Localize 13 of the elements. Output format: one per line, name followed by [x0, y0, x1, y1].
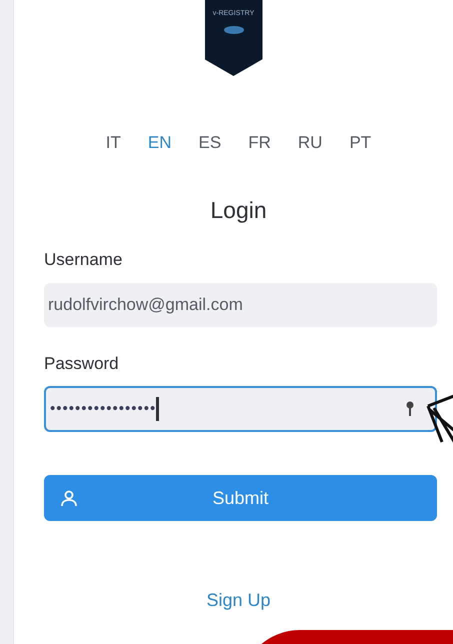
- password-label: Password: [44, 352, 120, 374]
- language-tab[interactable]: RU: [298, 130, 322, 156]
- password-field[interactable]: •••••••••••••••••: [44, 386, 437, 432]
- login-title: Login: [210, 196, 267, 225]
- masked-password: •••••••••••••••••: [50, 398, 156, 419]
- username-field[interactable]: rudolfvirchow@gmail.com: [44, 282, 437, 326]
- language-tab[interactable]: PT: [349, 130, 372, 156]
- language-tab[interactable]: IT: [106, 130, 121, 156]
- language-tab[interactable]: ES: [198, 130, 222, 156]
- language-tab[interactable]: FR: [248, 130, 271, 156]
- sign-up-link[interactable]: Sign Up: [206, 587, 271, 614]
- username-label: Username: [44, 249, 124, 271]
- language-tab[interactable]: EN: [148, 130, 172, 156]
